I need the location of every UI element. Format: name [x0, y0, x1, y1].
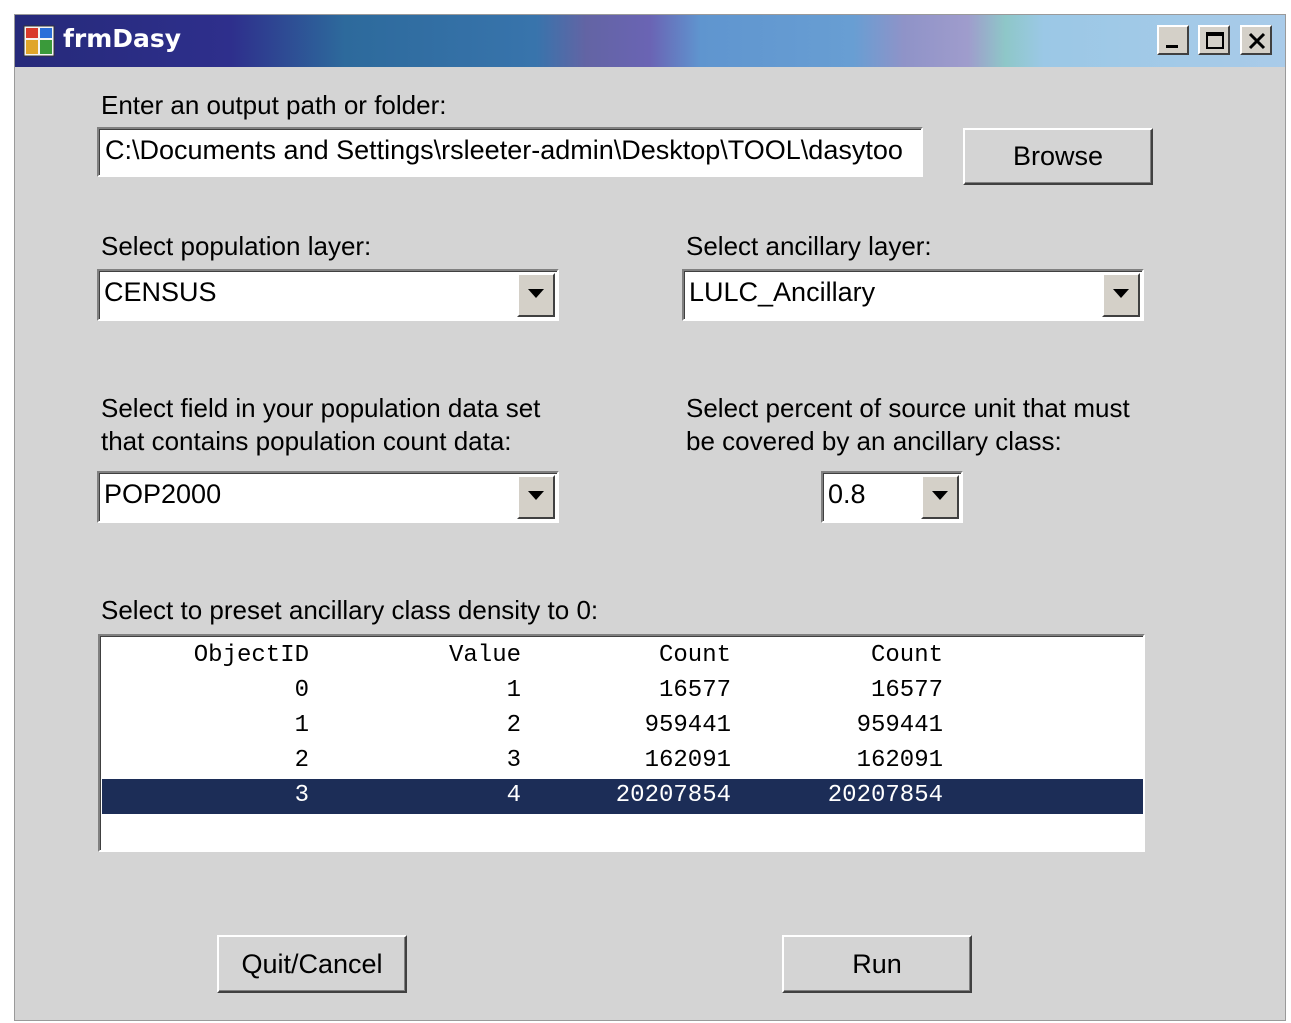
- column-header: Value: [448, 642, 521, 669]
- objectid-cell: 3: [294, 782, 309, 809]
- count-cell: 959441: [856, 712, 943, 739]
- maximize-button[interactable]: [1198, 25, 1230, 55]
- close-button[interactable]: [1240, 25, 1272, 55]
- window-title: frmDasy: [63, 24, 182, 53]
- percent-cover-dropdown-button[interactable]: [921, 475, 959, 519]
- title-bar[interactable]: frmDasy: [15, 15, 1285, 67]
- column-header: Count: [870, 642, 943, 669]
- output-path-value: C:\Documents and Settings\rsleeter-admin…: [105, 135, 903, 165]
- value-cell: 1: [506, 677, 521, 704]
- population-field-label-line2: that contains population count data:: [101, 426, 512, 456]
- maximize-icon: [1206, 32, 1224, 49]
- objectid-cell: 1: [294, 712, 309, 739]
- preset-list-label: Select to preset ancillary class density…: [101, 595, 599, 625]
- output-path-input[interactable]: C:\Documents and Settings\rsleeter-admin…: [97, 127, 923, 177]
- list-header-row: ObjectID Value Count Count: [102, 639, 1143, 674]
- percent-cover-label-line1: Select percent of source unit that must: [686, 393, 1130, 423]
- list-item-selected[interactable]: 3 4 20207854 20207854: [102, 779, 1143, 814]
- count-cell: 20207854: [827, 782, 943, 809]
- column-header: Count: [658, 642, 731, 669]
- value-cell: 2: [506, 712, 521, 739]
- objectid-cell: 0: [294, 677, 309, 704]
- browse-button[interactable]: Browse: [963, 128, 1153, 185]
- ancillary-class-list[interactable]: ObjectID Value Count Count 0 1 16577 165…: [98, 634, 1145, 852]
- percent-cover-label-line2: be covered by an ancillary class:: [686, 426, 1062, 456]
- ancillary-layer-value: LULC_Ancillary: [689, 277, 876, 307]
- list-item[interactable]: 0 1 16577 16577: [102, 674, 1143, 709]
- run-button[interactable]: Run: [782, 935, 972, 993]
- count-cell: 16577: [870, 677, 943, 704]
- count-cell: 162091: [644, 747, 731, 774]
- population-layer-select[interactable]: CENSUS: [97, 269, 559, 321]
- count-cell: 162091: [856, 747, 943, 774]
- count-cell: 959441: [644, 712, 731, 739]
- percent-cover-value: 0.8: [828, 479, 866, 509]
- ancillary-layer-select[interactable]: LULC_Ancillary: [682, 269, 1144, 321]
- population-field-value: POP2000: [104, 479, 222, 509]
- app-icon: [23, 25, 55, 57]
- population-field-dropdown-button[interactable]: [517, 475, 555, 519]
- count-cell: 16577: [658, 677, 731, 704]
- quit-cancel-button[interactable]: Quit/Cancel: [217, 935, 407, 993]
- percent-cover-select[interactable]: 0.8: [821, 471, 963, 523]
- chevron-down-icon: [528, 491, 544, 500]
- ancillary-layer-label: Select ancillary layer:: [686, 231, 932, 261]
- population-layer-label: Select population layer:: [101, 231, 372, 261]
- population-layer-dropdown-button[interactable]: [517, 273, 555, 317]
- ancillary-layer-dropdown-button[interactable]: [1102, 273, 1140, 317]
- value-cell: 4: [506, 782, 521, 809]
- output-path-label: Enter an output path or folder:: [101, 90, 447, 120]
- population-field-select[interactable]: POP2000: [97, 471, 559, 523]
- chevron-down-icon: [528, 289, 544, 298]
- close-icon: [1248, 32, 1266, 50]
- minimize-icon: [1166, 45, 1178, 48]
- population-field-label-line1: Select field in your population data set: [101, 393, 541, 423]
- value-cell: 3: [506, 747, 521, 774]
- chevron-down-icon: [1113, 289, 1129, 298]
- column-header: ObjectID: [193, 642, 309, 669]
- list-item[interactable]: 1 2 959441 959441: [102, 709, 1143, 744]
- minimize-button[interactable]: [1157, 25, 1189, 55]
- dasy-window: frmDasy Enter an output path or folder: …: [14, 14, 1286, 1021]
- population-layer-value: CENSUS: [104, 277, 217, 307]
- objectid-cell: 2: [294, 747, 309, 774]
- count-cell: 20207854: [615, 782, 731, 809]
- list-item[interactable]: 2 3 162091 162091: [102, 744, 1143, 779]
- chevron-down-icon: [932, 491, 948, 500]
